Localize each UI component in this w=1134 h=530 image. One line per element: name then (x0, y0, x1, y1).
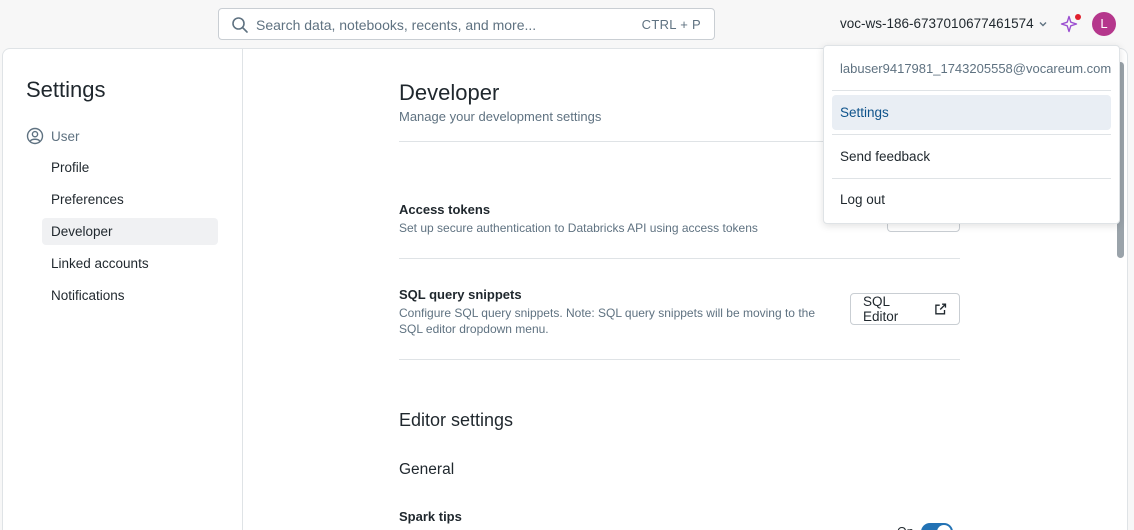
workspace-name: voc-ws-186-6737010677461574 (840, 16, 1034, 31)
sql-editor-button[interactable]: SQL Editor (850, 293, 960, 325)
divider (399, 359, 960, 360)
access-tokens-title: Access tokens (399, 202, 491, 217)
page-title: Developer (399, 80, 500, 105)
menu-item-settings[interactable]: Settings (832, 95, 1111, 130)
spark-tips-toggle-label: On (897, 525, 914, 530)
spark-tips-toggle[interactable] (921, 523, 953, 530)
search-placeholder: Search data, notebooks, recents, and mor… (256, 17, 537, 33)
sidebar-item-preferences[interactable]: Preferences (42, 186, 218, 213)
menu-item-send-feedback[interactable]: Send feedback (832, 139, 1111, 174)
top-bar: Search data, notebooks, recents, and mor… (0, 0, 1134, 48)
notification-dot (1075, 14, 1081, 20)
sql-snippets-title: SQL query snippets (399, 287, 522, 302)
user-email: labuser9417981_1743205558@vocareum.com (840, 61, 1112, 76)
search-icon (232, 17, 248, 33)
menu-divider (832, 90, 1111, 91)
access-tokens-description: Set up secure authentication to Databric… (399, 221, 758, 235)
sql-snippets-description: Configure SQL query snippets. Note: SQL … (399, 306, 815, 336)
workspace-switcher[interactable]: voc-ws-186-6737010677461574 (840, 16, 1048, 31)
search-bar[interactable]: Search data, notebooks, recents, and mor… (218, 8, 715, 40)
user-circle-icon (26, 127, 44, 145)
menu-item-log-out[interactable]: Log out (832, 182, 1111, 217)
chevron-down-icon (1039, 21, 1047, 26)
sidebar-section-label: User (51, 128, 80, 144)
external-link-icon (934, 303, 946, 315)
sql-editor-button-label: SQL Editor (863, 294, 899, 324)
search-shortcut: CTRL + P (641, 17, 701, 32)
sidebar-item-notifications[interactable]: Notifications (42, 282, 218, 309)
spark-tips-title: Spark tips (399, 509, 462, 524)
sidebar-item-profile[interactable]: Profile (42, 154, 218, 181)
sidebar-section-user: User (26, 127, 80, 145)
avatar[interactable]: L (1092, 12, 1116, 36)
page-subtitle: Manage your development settings (399, 109, 602, 124)
sidebar-item-linked-accounts[interactable]: Linked accounts (42, 250, 218, 277)
editor-settings-heading: Editor settings (399, 410, 514, 430)
toggle-knob (937, 525, 951, 530)
general-heading: General (399, 461, 455, 478)
divider (399, 258, 960, 259)
menu-divider (832, 134, 1111, 135)
menu-divider (832, 178, 1111, 179)
settings-sidebar: Settings User Profile Preferences Develo… (3, 49, 243, 530)
user-menu: labuser9417981_1743205558@vocareum.com S… (823, 45, 1120, 224)
sidebar-item-developer[interactable]: Developer (42, 218, 218, 245)
sidebar-title: Settings (26, 77, 106, 102)
